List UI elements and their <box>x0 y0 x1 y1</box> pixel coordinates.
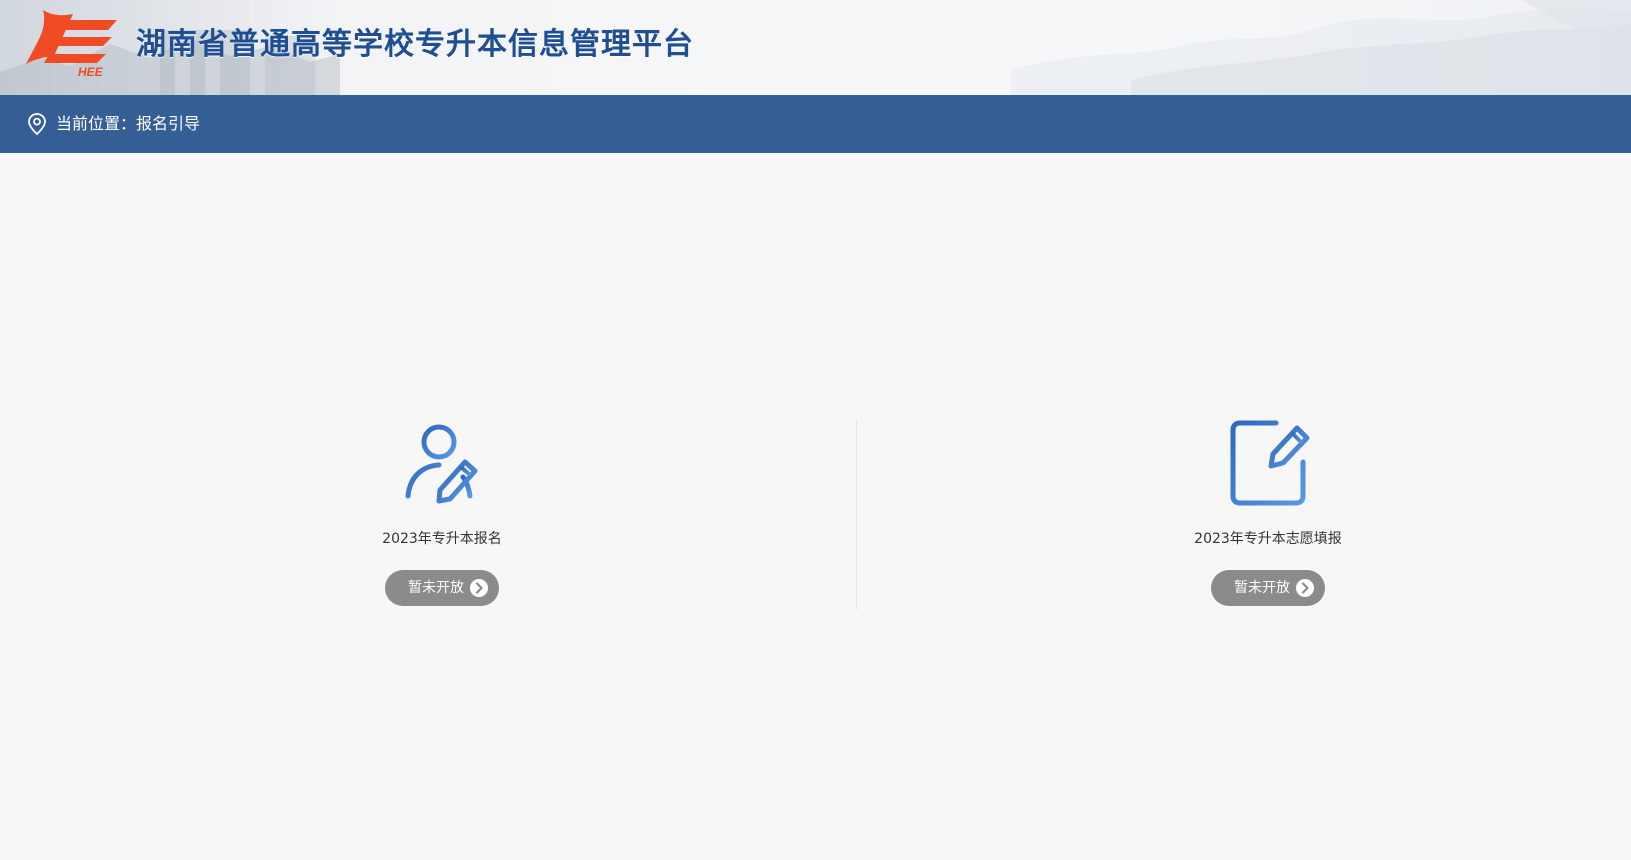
registration-status-label: 暂未开放 <box>408 580 464 596</box>
breadcrumb-bar: 当前位置：报名引导 <box>0 95 1631 153</box>
site-header: HEE 湖南省普通高等学校专升本信息管理平台 <box>0 0 1631 95</box>
site-title: 湖南省普通高等学校专升本信息管理平台 <box>136 27 694 62</box>
application-card-title: 2023年专升本志愿填报 <box>1194 531 1342 547</box>
location-pin-icon <box>28 113 46 136</box>
application-status-label: 暂未开放 <box>1234 580 1290 596</box>
svg-text:HEE: HEE <box>78 65 104 76</box>
chevron-right-icon <box>470 579 488 597</box>
registration-card-title: 2023年专升本报名 <box>382 531 502 547</box>
breadcrumb-prefix: 当前位置： <box>56 114 137 133</box>
header-mountain-illustration <box>1011 0 1631 95</box>
site-logo: HEE <box>26 10 117 76</box>
form-edit-icon <box>1230 420 1310 506</box>
breadcrumb-current-page: 报名引导 <box>136 114 201 133</box>
registration-card: 2023年专升本报名 暂未开放 <box>312 418 572 618</box>
section-divider <box>856 420 857 610</box>
user-edit-icon <box>405 424 478 504</box>
application-card: 2023年专升本志愿填报 暂未开放 <box>1138 418 1398 618</box>
application-status-button[interactable]: 暂未开放 <box>1211 570 1325 606</box>
chevron-right-icon <box>1296 579 1314 597</box>
registration-status-button[interactable]: 暂未开放 <box>385 570 499 606</box>
breadcrumb: 当前位置：报名引导 <box>56 113 200 135</box>
